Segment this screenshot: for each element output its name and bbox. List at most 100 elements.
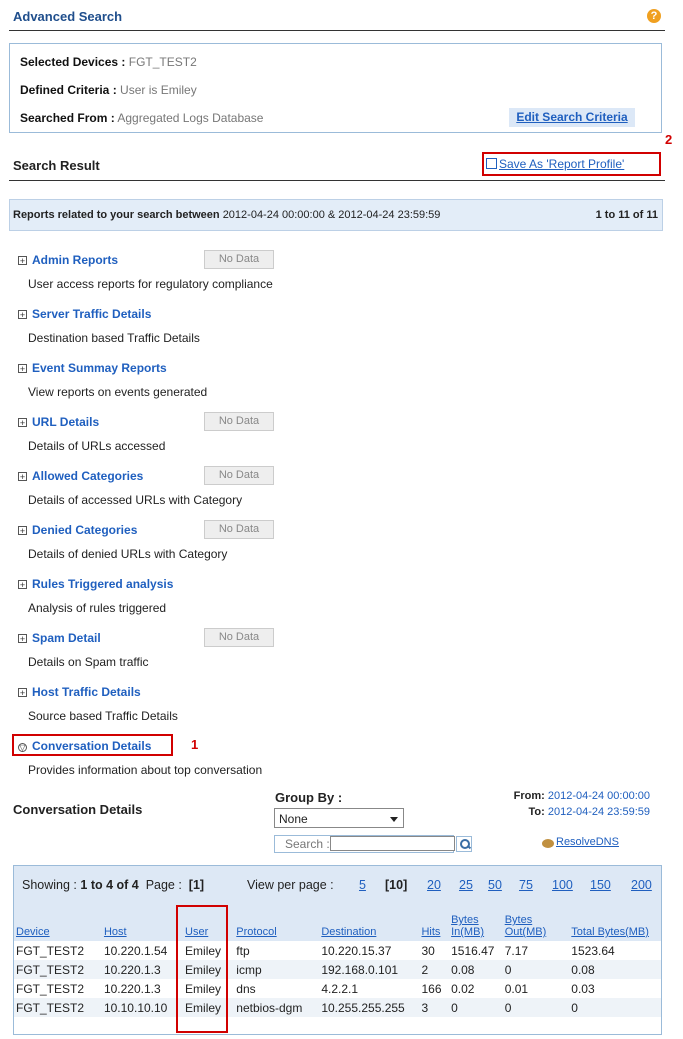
page-size-option[interactable]: 5 xyxy=(359,878,366,892)
report-item[interactable]: + URL Details No Data xyxy=(18,412,274,431)
conversation-table-panel: Showing : 1 to 4 of 4 Page : [1] View pe… xyxy=(13,865,662,1035)
report-name[interactable]: Server Traffic Details xyxy=(32,307,151,321)
report-item[interactable]: + Host Traffic Details xyxy=(18,685,141,699)
table-cell: dns xyxy=(234,979,320,998)
table-cell: 0.08 xyxy=(569,960,661,979)
column-header[interactable]: Bytes In(MB) xyxy=(449,906,503,941)
table-cell: 0 xyxy=(449,998,503,1017)
column-header[interactable]: Protocol xyxy=(234,906,320,941)
table-cell: 192.168.0.101 xyxy=(319,960,420,979)
report-name[interactable]: Event Summay Reports xyxy=(32,361,167,375)
from-date: From: 2012-04-24 00:00:00 xyxy=(514,790,650,802)
to-value: 2012-04-24 23:59:59 xyxy=(547,806,650,818)
report-description: Provides information about top conversat… xyxy=(28,763,263,777)
report-range-band: Reports related to your search between 2… xyxy=(9,199,663,231)
table-row: FGT_TEST2 10.220.1.3 Emiley icmp 192.168.0.1… xyxy=(14,960,661,979)
collapse-icon[interactable]: ▽ xyxy=(18,743,27,752)
expand-icon[interactable]: + xyxy=(18,472,27,482)
table-cell: 1523.64 xyxy=(569,941,661,960)
table-cell: 2 xyxy=(419,960,450,979)
page-size-option[interactable]: 75 xyxy=(519,878,533,892)
page-label: Page : xyxy=(145,878,182,892)
report-item[interactable]: + Rules Triggered analysis xyxy=(18,577,173,591)
page-size-option[interactable]: 100 xyxy=(552,878,573,892)
report-name[interactable]: URL Details xyxy=(32,415,99,429)
no-data-badge: No Data xyxy=(204,520,274,539)
table-cell: 10.220.1.3 xyxy=(101,979,184,998)
expand-icon[interactable]: + xyxy=(18,634,27,644)
table-cell: netbios-dgm xyxy=(234,998,320,1017)
page-title: Advanced Search xyxy=(13,9,123,24)
table-cell: 1516.47 xyxy=(449,941,503,960)
group-by-select[interactable]: None xyxy=(274,808,404,828)
table-cell: 10.10.10.10 xyxy=(101,998,184,1017)
expand-icon[interactable]: + xyxy=(18,256,27,266)
report-name[interactable]: Rules Triggered analysis xyxy=(32,577,173,591)
save-as-report-profile-label: Save As 'Report Profile' xyxy=(499,157,625,171)
from-label: From: xyxy=(513,790,545,802)
expand-icon[interactable]: + xyxy=(18,364,27,374)
report-item[interactable]: + Spam Detail No Data xyxy=(18,628,274,647)
table-cell: 0 xyxy=(502,998,570,1017)
column-header[interactable]: Hits xyxy=(419,906,450,941)
from-value: 2012-04-24 00:00:00 xyxy=(547,790,650,802)
expand-icon[interactable]: + xyxy=(18,418,27,428)
table-row: FGT_TEST2 10.10.10.10 Emiley netbios-dgm 10.… xyxy=(14,998,661,1017)
edit-search-criteria-button[interactable]: Edit Search Criteria xyxy=(509,108,635,127)
report-name[interactable]: Denied Categories xyxy=(32,523,137,537)
table-cell: ftp xyxy=(234,941,320,960)
page-size-option[interactable]: 25 xyxy=(459,878,473,892)
column-header[interactable]: Bytes Out(MB) xyxy=(502,906,570,941)
table-cell: 0 xyxy=(569,998,661,1017)
report-name[interactable]: Spam Detail xyxy=(32,631,101,645)
report-item[interactable]: + Denied Categories No Data xyxy=(18,520,274,539)
report-name[interactable]: Host Traffic Details xyxy=(32,685,141,699)
help-icon[interactable]: ? xyxy=(647,9,661,23)
no-data-badge: No Data xyxy=(204,250,274,269)
report-item[interactable]: + Admin Reports No Data xyxy=(18,250,274,269)
table-cell: 10.220.1.54 xyxy=(101,941,184,960)
conversation-section-title: Conversation Details xyxy=(13,802,143,817)
page-size-option[interactable]: 200 xyxy=(631,878,652,892)
table-cell: 0 xyxy=(502,960,570,979)
conversation-table: Device Host User Protocol Destination Hits Byt… xyxy=(14,906,661,1017)
table-cell: FGT_TEST2 xyxy=(14,979,102,998)
report-name[interactable]: Conversation Details xyxy=(32,739,151,753)
column-header[interactable]: Device xyxy=(14,906,102,941)
annotation-2: 2 xyxy=(665,132,673,147)
report-name[interactable]: Admin Reports xyxy=(32,253,118,267)
expand-icon[interactable]: + xyxy=(18,526,27,536)
defined-criteria-value: User is Emiley xyxy=(120,83,197,97)
search-criteria-panel: Selected Devices : FGT_TEST2 Defined Cri… xyxy=(9,43,662,133)
report-item[interactable]: + Server Traffic Details xyxy=(18,307,151,321)
report-description: Analysis of rules triggered xyxy=(28,601,167,615)
report-description: User access reports for regulatory compl… xyxy=(28,277,273,291)
table-cell: 7.17 xyxy=(502,941,570,960)
search-icon[interactable] xyxy=(456,836,472,852)
expand-icon[interactable]: + xyxy=(18,310,27,320)
report-name[interactable]: Allowed Categories xyxy=(32,469,143,483)
resolve-dns-link[interactable]: ResolveDNS xyxy=(556,836,619,848)
page-size-option[interactable]: 50 xyxy=(488,878,502,892)
page-size-option[interactable]: 20 xyxy=(427,878,441,892)
chevron-down-icon xyxy=(390,817,398,822)
column-header[interactable]: Host xyxy=(101,906,184,941)
save-as-report-profile-link[interactable]: Save As 'Report Profile' xyxy=(482,152,661,176)
group-by-value: None xyxy=(279,812,308,826)
table-cell: FGT_TEST2 xyxy=(14,998,102,1017)
search-input[interactable] xyxy=(330,836,455,851)
expand-icon[interactable]: + xyxy=(18,580,27,590)
column-header[interactable]: Destination xyxy=(319,906,420,941)
table-row: FGT_TEST2 10.220.1.54 Emiley ftp 10.220.15.3… xyxy=(14,941,661,960)
report-item[interactable]: + Event Summay Reports xyxy=(18,361,167,375)
report-description: Destination based Traffic Details xyxy=(28,331,200,345)
selected-devices-label: Selected Devices : xyxy=(20,55,126,69)
table-cell: 0.03 xyxy=(569,979,661,998)
report-item-conversation-details[interactable]: ▽ Conversation Details xyxy=(18,739,151,753)
column-header[interactable]: Total Bytes(MB) xyxy=(569,906,661,941)
page-size-option[interactable]: 150 xyxy=(590,878,611,892)
search-label: Search : xyxy=(285,837,330,851)
expand-icon[interactable]: + xyxy=(18,688,27,698)
report-range-dates: 2012-04-24 00:00:00 & 2012-04-24 23:59:5… xyxy=(222,209,441,221)
report-item[interactable]: + Allowed Categories No Data xyxy=(18,466,274,485)
